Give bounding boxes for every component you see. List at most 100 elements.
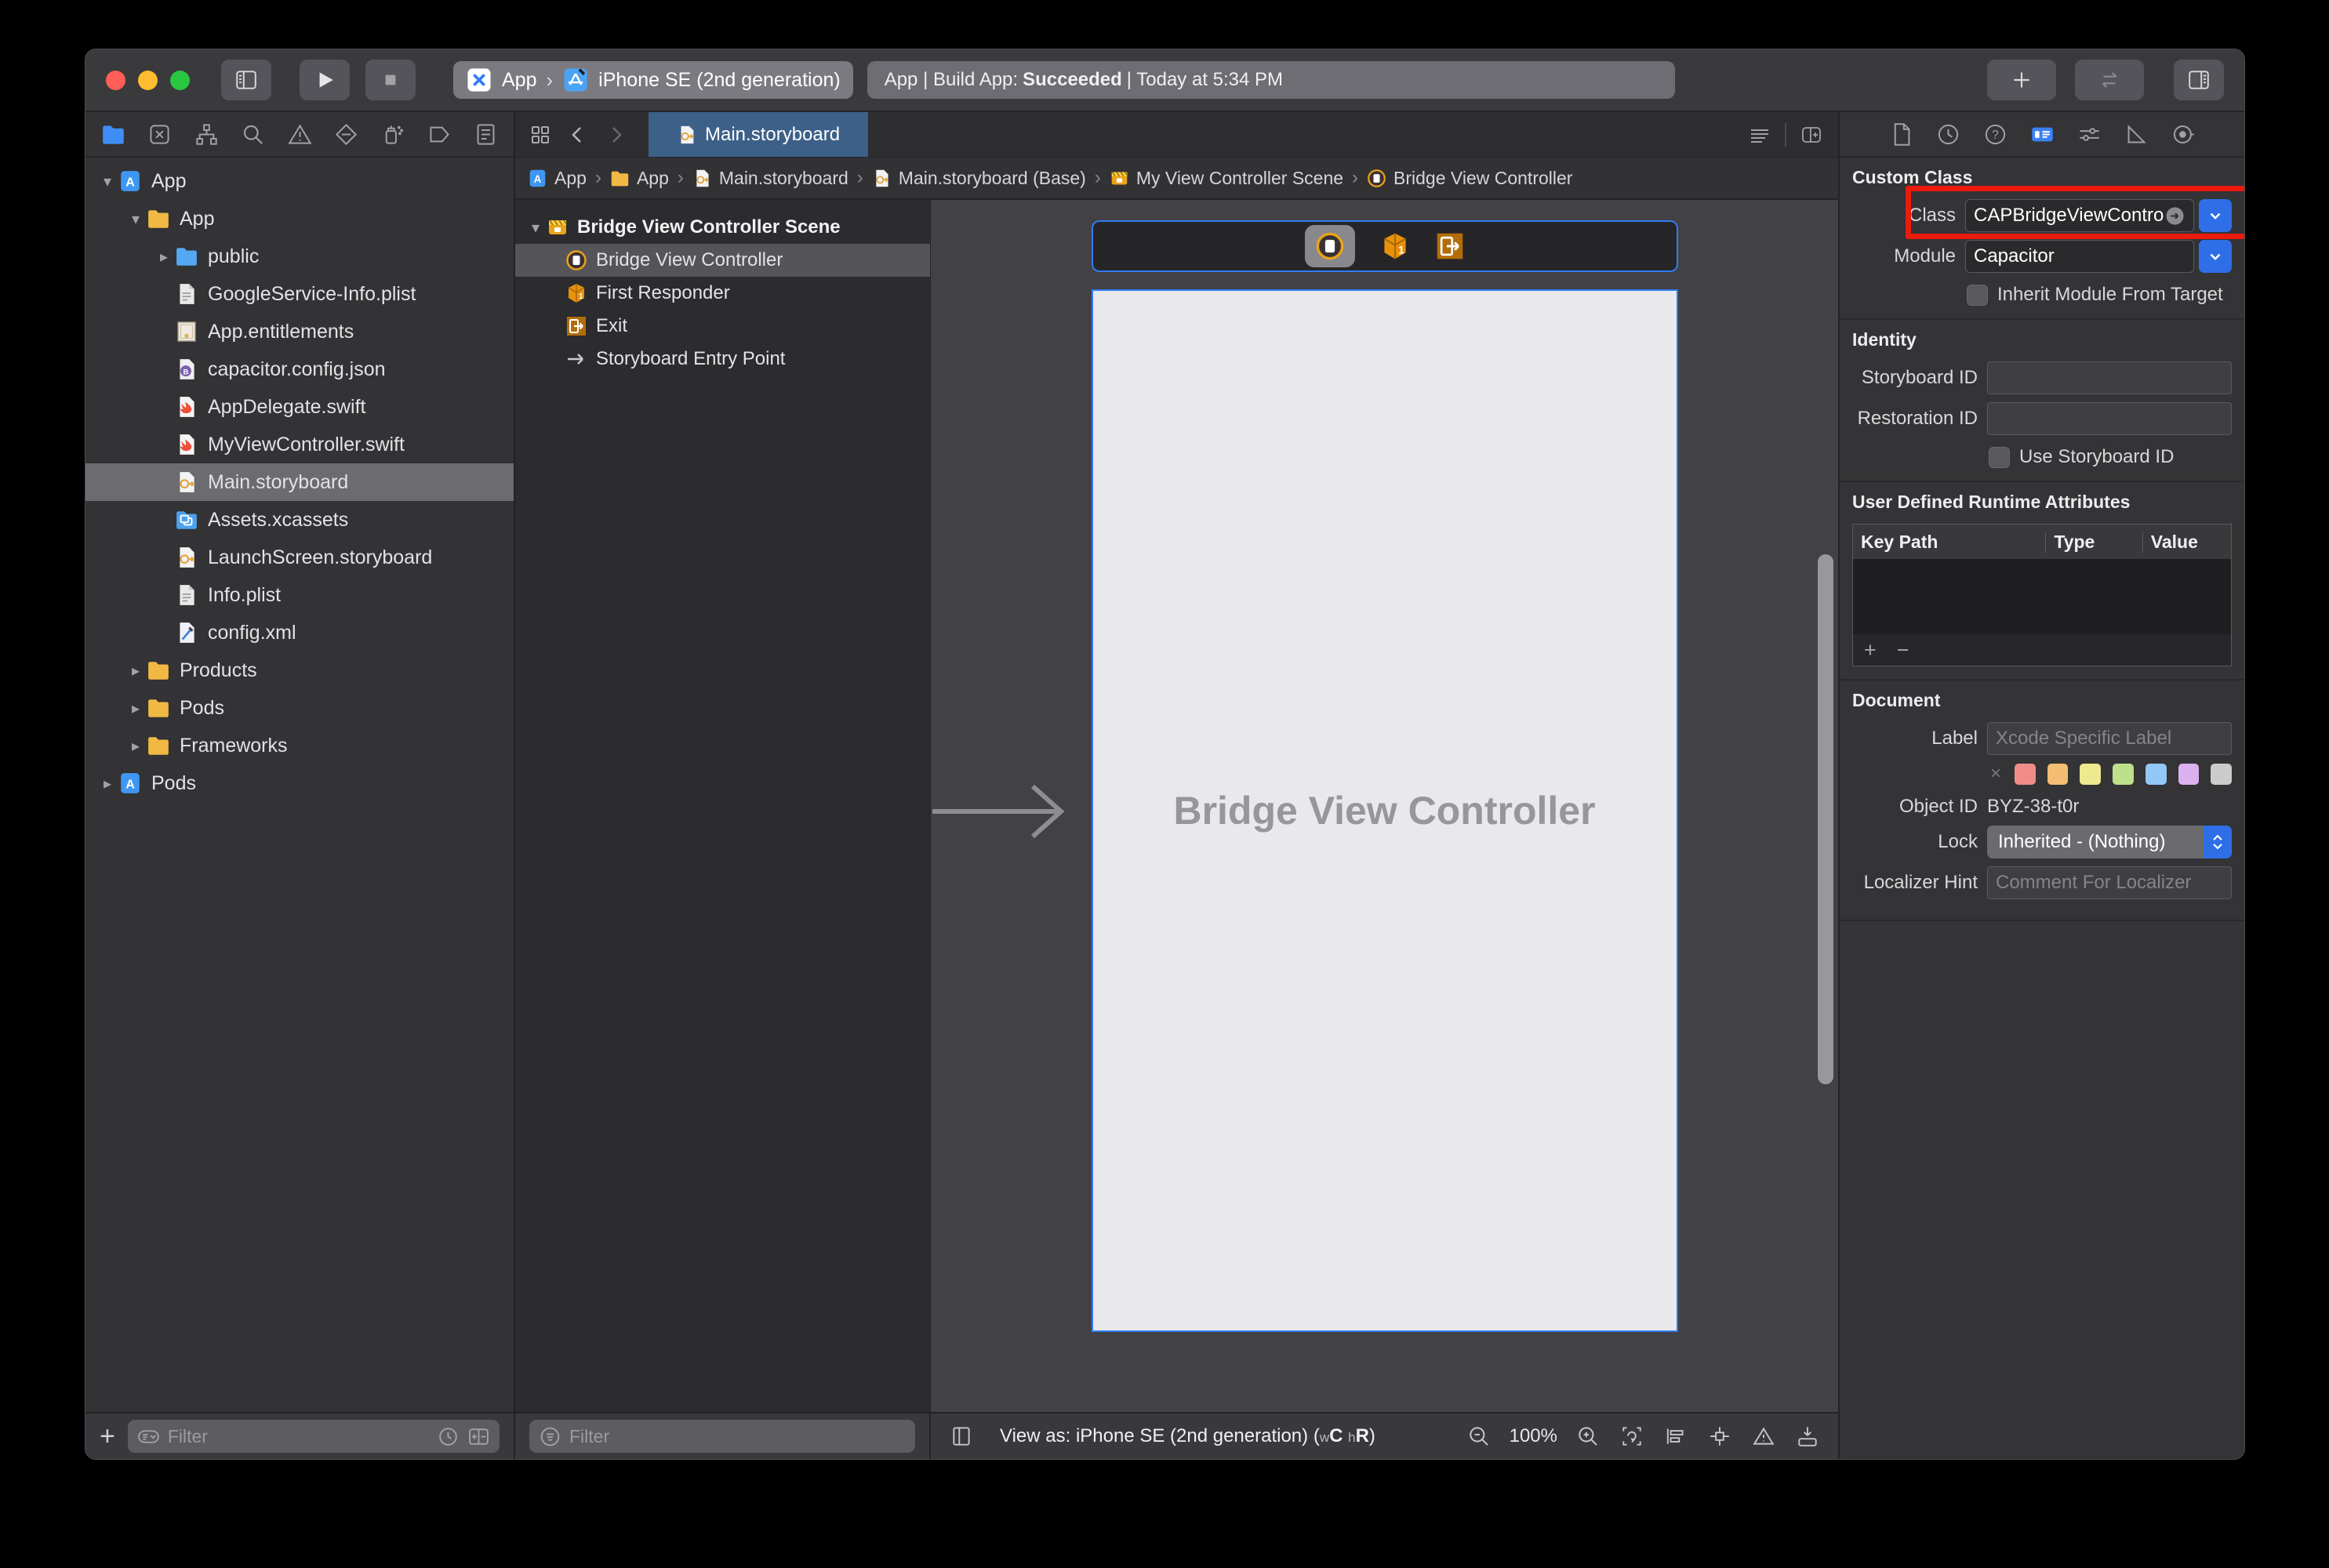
add-attribute-button[interactable]: + (1864, 638, 1877, 662)
jumpbar-item-bridge-view-controller[interactable]: Bridge View Controller (1367, 168, 1572, 189)
jumpbar-item-app[interactable]: AApp (528, 168, 587, 189)
jump-to-class-icon[interactable] (2164, 205, 2185, 227)
module-field[interactable]: Capacitor (1965, 240, 2194, 273)
code-review-button[interactable] (2075, 60, 2144, 100)
add-editor-icon[interactable] (1800, 124, 1822, 146)
file-assets-xcassets[interactable]: Assets.xcassets (85, 501, 514, 539)
document-label-field[interactable]: Xcode Specific Label (1987, 722, 2232, 755)
file-capacitor-config-json[interactable]: Bcapacitor.config.json (85, 350, 514, 388)
jumpbar-item-app[interactable]: App (610, 168, 669, 189)
navigator-tab-find-navigator[interactable] (241, 122, 265, 147)
file-myviewcontroller-swift[interactable]: MyViewController.swift (85, 426, 514, 463)
stop-button[interactable] (365, 60, 416, 100)
forward-icon[interactable] (605, 124, 627, 146)
outline-toggle-icon[interactable] (950, 1425, 973, 1448)
back-icon[interactable] (567, 124, 589, 146)
class-field[interactable]: CAPBridgeViewControl... (1965, 199, 2194, 232)
remove-attribute-button[interactable]: − (1897, 638, 1909, 662)
outline-item-exit[interactable]: Exit (515, 310, 930, 343)
disclosure-triangle[interactable]: ▸ (96, 774, 118, 793)
file-app[interactable]: ▾App (85, 200, 514, 238)
file-appdelegate-swift[interactable]: AppDelegate.swift (85, 388, 514, 426)
zoom-in-icon[interactable] (1576, 1425, 1600, 1448)
file-app[interactable]: ▾AApp (85, 162, 514, 200)
disclosure-triangle[interactable]: ▾ (125, 209, 147, 229)
jumpbar-item-main-storyboard-base[interactable]: Main.storyboard (Base) (872, 168, 1086, 189)
class-dropdown-button[interactable] (2199, 199, 2232, 232)
tab-main-storyboard[interactable]: Main.storyboard (649, 112, 868, 157)
zoom-level[interactable]: 100% (1510, 1425, 1557, 1447)
disclosure-triangle[interactable]: ▸ (125, 661, 147, 681)
file-frameworks[interactable]: ▸Frameworks (85, 727, 514, 764)
resolve-issues-icon[interactable] (1752, 1425, 1775, 1448)
file-googleservice-info-plist[interactable]: GoogleService-Info.plist (85, 275, 514, 313)
close-window-button[interactable] (106, 71, 125, 90)
exit-icon[interactable] (1435, 231, 1465, 261)
disclosure-triangle[interactable]: ▾ (96, 172, 118, 191)
navigator-tab-breakpoint-navigator[interactable] (427, 122, 452, 147)
restoration-id-field[interactable] (1987, 402, 2232, 435)
embed-icon[interactable] (1796, 1425, 1819, 1448)
outline-item-storyboard-entry-point[interactable]: Storyboard Entry Point (515, 343, 930, 376)
navigator-tab-symbol-navigator[interactable] (194, 122, 219, 147)
outline-item-bridge-view-controller[interactable]: Bridge View Controller (515, 244, 930, 277)
storyboard-canvas[interactable]: 1 Bridge View Controller (931, 200, 1838, 1412)
run-button[interactable] (300, 60, 350, 100)
color-swatch[interactable] (2113, 764, 2134, 785)
first-responder-icon[interactable]: 1 (1380, 231, 1410, 261)
navigator-tab-report-navigator[interactable] (474, 122, 498, 147)
outline-item-bridge-view-controller-scene[interactable]: ▾Bridge View Controller Scene (515, 211, 930, 244)
color-swatch[interactable] (2015, 764, 2036, 785)
disclosure-triangle[interactable]: ▸ (125, 736, 147, 756)
navigator-tab-issue-navigator[interactable] (288, 122, 312, 147)
outline-item-first-responder[interactable]: 1First Responder (515, 277, 930, 310)
jumpbar-item-my-view-controller-scene[interactable]: My View Controller Scene (1110, 168, 1343, 189)
navigator-tab-source-control[interactable] (147, 122, 172, 147)
disclosure-triangle[interactable]: ▸ (153, 247, 175, 267)
navigator-tab-project-navigator[interactable] (101, 122, 125, 147)
disclosure-triangle[interactable]: ▸ (125, 699, 147, 718)
file-app-entitlements[interactable]: App.entitlements (85, 313, 514, 350)
view-controller-view[interactable]: Bridge View Controller (1092, 289, 1678, 1332)
add-constraints-icon[interactable] (1708, 1425, 1731, 1448)
outline-filter-input[interactable]: Filter (529, 1420, 915, 1453)
jumpbar-item-main-storyboard[interactable]: Main.storyboard (692, 168, 848, 189)
library-button[interactable] (1987, 60, 2056, 100)
canvas-scrollbar[interactable] (1818, 554, 1833, 1084)
inspector-tab-attributes-inspector[interactable] (2077, 122, 2102, 147)
inspector-tab-identity-inspector[interactable] (2030, 122, 2055, 147)
file-launchscreen-storyboard[interactable]: LaunchScreen.storyboard (85, 539, 514, 576)
scm-filter-icon[interactable] (467, 1425, 490, 1448)
storyboard-id-field[interactable] (1987, 361, 2232, 394)
file-info-plist[interactable]: Info.plist (85, 576, 514, 614)
inspector-tab-connections-inspector[interactable] (2171, 122, 2196, 147)
disclosure-triangle[interactable]: ▾ (525, 218, 547, 238)
use-storyboard-id-checkbox[interactable] (1989, 447, 2010, 468)
align-icon[interactable] (1664, 1425, 1688, 1448)
recent-files-icon[interactable] (437, 1425, 460, 1448)
update-frames-icon[interactable] (1620, 1425, 1644, 1448)
color-swatch[interactable] (2146, 764, 2167, 785)
swatch-none[interactable]: × (1990, 763, 2001, 785)
file-main-storyboard[interactable]: Main.storyboard (85, 463, 514, 501)
view-controller-dock-item[interactable] (1305, 225, 1355, 267)
view-as-label[interactable]: View as: iPhone SE (2nd generation) (wC … (1000, 1425, 1375, 1447)
color-swatch[interactable] (2080, 764, 2101, 785)
module-dropdown-button[interactable] (2199, 240, 2232, 273)
color-swatch[interactable] (2178, 764, 2200, 785)
inspector-toggle-button[interactable] (2174, 60, 2224, 100)
navigator-tab-test-navigator[interactable] (334, 122, 358, 147)
editor-options-icon[interactable] (1749, 124, 1771, 146)
inspector-tab-quick-help-inspector[interactable]: ? (1983, 122, 2007, 147)
lock-dropdown[interactable]: Inherited - (Nothing) (1987, 826, 2232, 858)
file-config-xml[interactable]: config.xml (85, 614, 514, 652)
add-file-button[interactable]: + (100, 1423, 115, 1450)
file-pods[interactable]: ▸APods (85, 764, 514, 802)
inspector-tab-history-inspector[interactable] (1936, 122, 1960, 147)
navigator-filter-input[interactable]: Filter (128, 1420, 500, 1453)
zoom-window-button[interactable] (170, 71, 190, 90)
navigator-toggle-button[interactable] (221, 60, 271, 100)
navigator-tab-debug-navigator[interactable] (380, 122, 405, 147)
color-swatch[interactable] (2211, 764, 2232, 785)
file-products[interactable]: ▸Products (85, 652, 514, 689)
